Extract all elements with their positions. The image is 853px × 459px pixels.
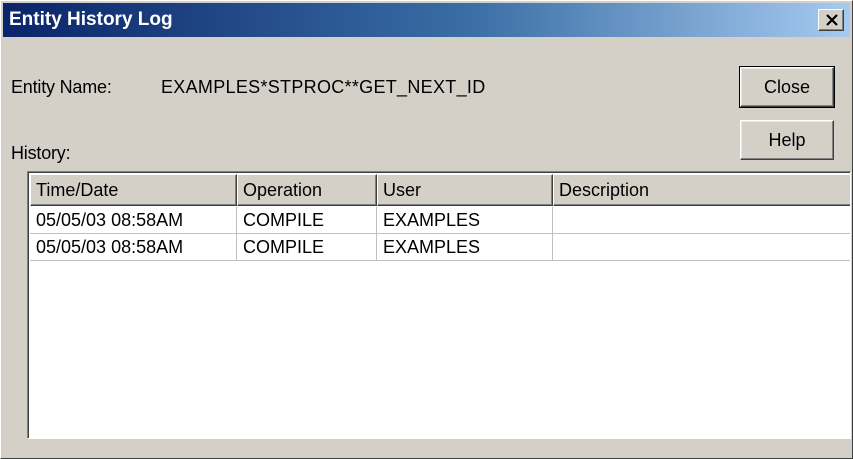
cell-description [553,234,850,261]
close-icon [826,14,838,26]
entity-name-label: Entity Name: [11,77,112,97]
window-title: Entity History Log [9,9,173,30]
column-header-user[interactable]: User [377,174,553,206]
cell-time-date: 05/05/03 08:58AM [30,207,237,234]
column-header-description[interactable]: Description [553,174,850,206]
close-button[interactable]: Close [739,66,835,108]
entity-name-value: EXAMPLES*STPROC**GET_NEXT_ID [161,77,486,97]
title-close-button[interactable] [818,9,844,31]
history-label: History: [11,143,71,163]
history-header: Time/Date Operation User Description [30,174,850,206]
table-row[interactable]: 05/05/03 08:58AM COMPILE EXAMPLES [30,207,850,234]
cell-time-date: 05/05/03 08:58AM [30,234,237,261]
entity-history-dialog: Entity History Log Entity Name: EXAMPLES… [0,0,853,459]
table-row[interactable]: 05/05/03 08:58AM COMPILE EXAMPLES [30,234,850,261]
title-bar[interactable]: Entity History Log [3,3,850,37]
history-list[interactable]: Time/Date Operation User Description 05/… [27,171,851,439]
help-button[interactable]: Help [740,120,834,160]
cell-operation: COMPILE [237,234,377,261]
cell-user: EXAMPLES [377,234,553,261]
cell-user: EXAMPLES [377,207,553,234]
cell-operation: COMPILE [237,207,377,234]
cell-description [553,207,850,234]
column-header-operation[interactable]: Operation [237,174,377,206]
column-header-time-date[interactable]: Time/Date [30,174,237,206]
